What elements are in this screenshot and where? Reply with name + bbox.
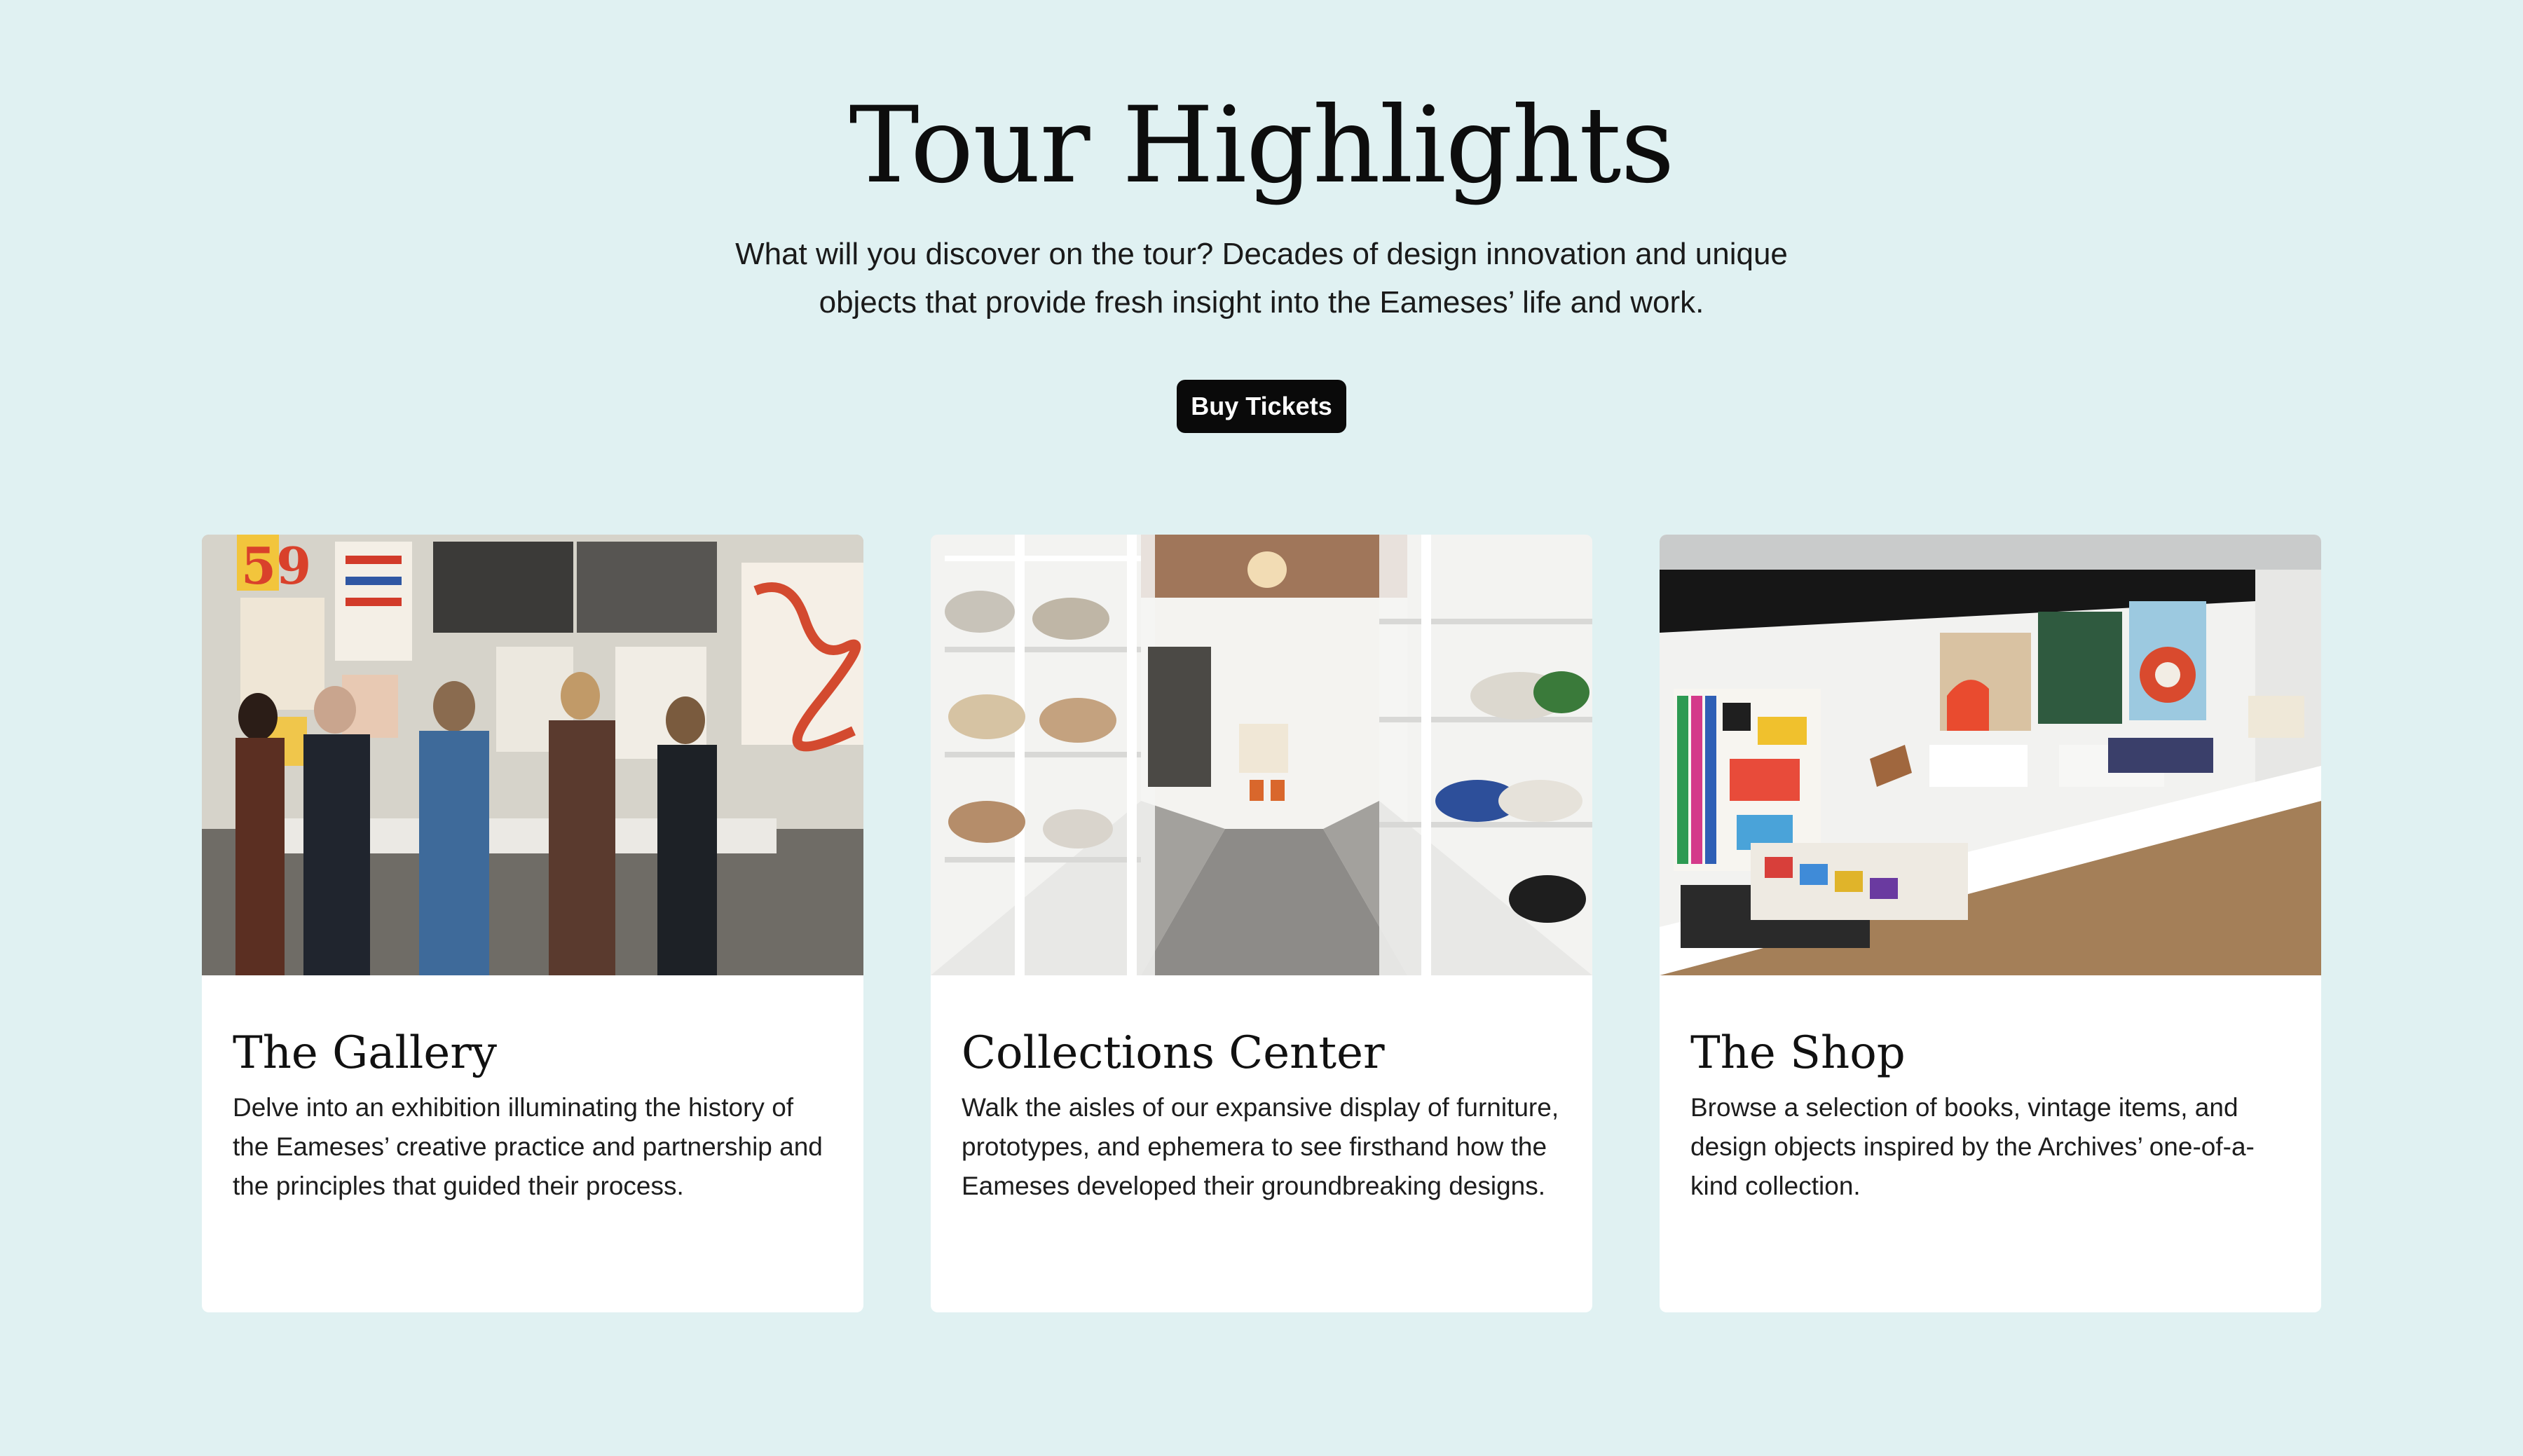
card-title: The Shop	[1690, 1027, 1906, 1079]
svg-text:59: 59	[241, 536, 311, 596]
highlight-card-shop[interactable]: The Shop Browse a selection of books, vi…	[1660, 535, 2321, 1312]
gallery-photo: 59	[202, 535, 863, 975]
card-title: Collections Center	[962, 1027, 1385, 1079]
card-description: Browse a selection of books, vintage ite…	[1690, 1093, 2255, 1200]
card-title: The Gallery	[233, 1027, 497, 1079]
section-intro: What will you discover on the tour? Deca…	[735, 237, 1788, 320]
buy-tickets-button[interactable]: Buy Tickets	[1177, 380, 1346, 433]
highlight-card-collections-center[interactable]: Collections Center Walk the aisles of ou…	[931, 535, 1592, 1312]
section-title: Tour Highlights	[849, 85, 1675, 207]
tour-highlights-section: Tour Highlights What will you discover o…	[0, 0, 2523, 1456]
collections-photo-icon	[931, 535, 1592, 975]
shop-photo	[1660, 535, 2321, 975]
highlight-card-gallery[interactable]: 59 The Gallery Delve into an exhibition …	[202, 535, 863, 1312]
collections-photo	[931, 535, 1592, 975]
card-description: Delve into an exhibition illuminating th…	[233, 1093, 823, 1200]
card-description: Walk the aisles of our expansive display…	[962, 1093, 1559, 1200]
gallery-photo-icon: 59	[202, 535, 863, 975]
shop-photo-icon	[1660, 535, 2321, 975]
